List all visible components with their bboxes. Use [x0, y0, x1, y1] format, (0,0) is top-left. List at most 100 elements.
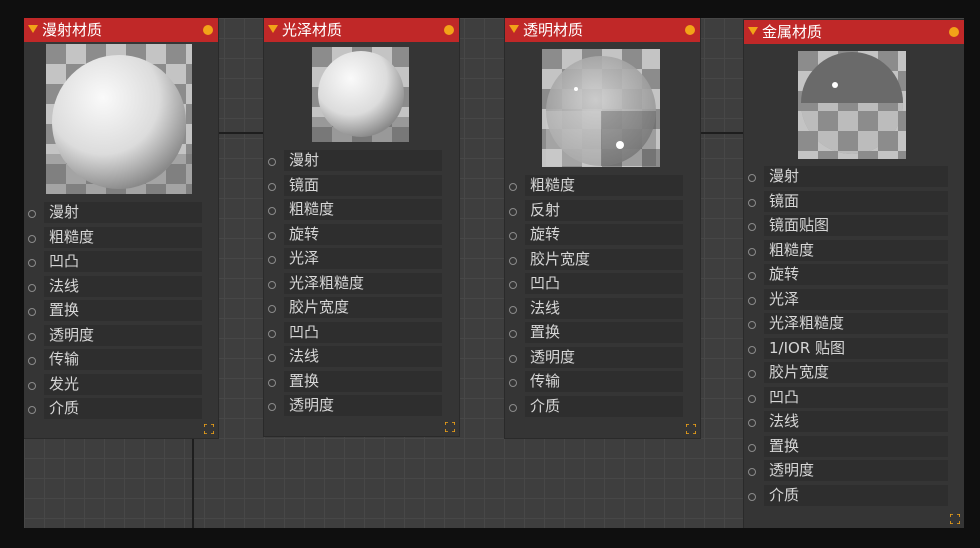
port-row[interactable]: 光泽粗糙度: [268, 272, 442, 298]
port-socket-icon[interactable]: [509, 354, 517, 363]
port-row[interactable]: 粗糙度: [28, 226, 202, 252]
port-socket-icon[interactable]: [268, 329, 276, 338]
port-row[interactable]: 镜面贴图: [748, 215, 948, 240]
port-socket-icon[interactable]: [748, 443, 756, 452]
port-row[interactable]: 发光: [28, 373, 202, 399]
port-row[interactable]: 置换: [268, 370, 442, 396]
port-socket-icon[interactable]: [748, 296, 756, 305]
port-socket-icon[interactable]: [28, 406, 36, 414]
port-socket-icon[interactable]: [748, 247, 756, 256]
port-row[interactable]: 透明度: [509, 346, 683, 372]
metal-material-node[interactable]: 金属材质 漫射 镜面 镜面贴图 粗糙度 旋转 光泽 光泽粗糙度 1/IOR 贴图…: [744, 20, 964, 528]
port-socket-icon[interactable]: [509, 379, 517, 387]
port-socket-icon[interactable]: [748, 492, 756, 501]
diffuse-material-node[interactable]: 漫射材质 漫射 粗糙度 凹凸 法线 置换 透明度 传输 发光 介质: [24, 18, 218, 438]
port-row[interactable]: 介质: [748, 484, 948, 510]
port-socket-icon[interactable]: [748, 468, 756, 476]
port-socket-icon[interactable]: [748, 223, 756, 231]
port-socket-icon[interactable]: [268, 280, 276, 289]
port-row[interactable]: 胶片宽度: [748, 362, 948, 387]
port-socket-icon[interactable]: [509, 330, 517, 338]
port-socket-icon[interactable]: [509, 183, 517, 191]
expand-icon[interactable]: [686, 424, 696, 434]
port-socket-icon[interactable]: [268, 256, 276, 264]
port-row[interactable]: 1/IOR 贴图: [748, 337, 948, 363]
node-graph-canvas[interactable]: 漫射材质 漫射 粗糙度 凹凸 法线 置换 透明度 传输 发光 介质 光泽材质 漫…: [24, 18, 964, 528]
port-row[interactable]: 光泽: [268, 248, 442, 273]
triangle-down-icon[interactable]: [28, 25, 38, 33]
port-row[interactable]: 粗糙度: [268, 199, 442, 224]
port-row[interactable]: 凹凸: [748, 386, 948, 412]
port-row[interactable]: 透明度: [748, 460, 948, 485]
port-row[interactable]: 法线: [509, 297, 683, 323]
port-socket-icon[interactable]: [268, 305, 276, 313]
port-row[interactable]: 旋转: [509, 224, 683, 249]
port-row[interactable]: 凹凸: [28, 251, 202, 276]
triangle-down-icon[interactable]: [748, 27, 758, 35]
port-socket-icon[interactable]: [268, 158, 276, 166]
triangle-down-icon[interactable]: [268, 25, 278, 33]
port-row[interactable]: 旋转: [748, 264, 948, 289]
port-row[interactable]: 旋转: [268, 223, 442, 249]
port-row[interactable]: 漫射: [28, 202, 202, 227]
port-socket-icon[interactable]: [748, 174, 756, 182]
port-row[interactable]: 置换: [509, 322, 683, 347]
port-socket-icon[interactable]: [509, 256, 517, 265]
port-row[interactable]: 粗糙度: [509, 175, 683, 200]
port-socket-icon[interactable]: [509, 403, 517, 412]
triangle-down-icon[interactable]: [509, 25, 519, 33]
port-row[interactable]: 法线: [748, 411, 948, 436]
port-row[interactable]: 凹凸: [509, 273, 683, 298]
port-socket-icon[interactable]: [268, 182, 276, 191]
port-row[interactable]: 法线: [268, 346, 442, 371]
port-row[interactable]: 置换: [28, 300, 202, 325]
port-socket-icon[interactable]: [268, 207, 276, 215]
port-socket-icon[interactable]: [28, 259, 36, 267]
port-row[interactable]: 胶片宽度: [268, 297, 442, 322]
port-row[interactable]: 法线: [28, 275, 202, 301]
port-row[interactable]: 漫射: [268, 150, 442, 175]
specular-material-node[interactable]: 透明材质 粗糙度 反射 旋转 胶片宽度 凹凸 法线 置换 透明度 传输 介质: [505, 18, 700, 438]
port-socket-icon[interactable]: [268, 403, 276, 411]
port-row[interactable]: 传输: [28, 349, 202, 374]
expand-icon[interactable]: [204, 424, 214, 434]
port-row[interactable]: 光泽: [748, 288, 948, 314]
port-socket-icon[interactable]: [268, 378, 276, 387]
port-row[interactable]: 镜面: [748, 190, 948, 216]
port-row[interactable]: 置换: [748, 435, 948, 461]
port-socket-icon[interactable]: [748, 272, 756, 280]
port-socket-icon[interactable]: [509, 305, 517, 314]
port-socket-icon[interactable]: [28, 381, 36, 390]
port-row[interactable]: 凹凸: [268, 321, 442, 347]
port-row[interactable]: 介质: [28, 398, 202, 423]
port-row[interactable]: 胶片宽度: [509, 248, 683, 274]
port-row[interactable]: 透明度: [28, 324, 202, 350]
expand-icon[interactable]: [445, 422, 455, 432]
port-row[interactable]: 传输: [509, 371, 683, 396]
glossy-material-node[interactable]: 光泽材质 漫射 镜面 粗糙度 旋转 光泽 光泽粗糙度 胶片宽度 凹凸 法线 置换…: [264, 18, 459, 436]
expand-icon[interactable]: [950, 514, 960, 524]
port-socket-icon[interactable]: [748, 419, 756, 427]
port-socket-icon[interactable]: [748, 321, 756, 329]
port-socket-icon[interactable]: [268, 231, 276, 240]
node-header[interactable]: 金属材质: [744, 20, 964, 44]
node-header[interactable]: 透明材质: [505, 18, 700, 42]
port-socket-icon[interactable]: [509, 281, 517, 289]
port-socket-icon[interactable]: [748, 345, 756, 354]
node-header[interactable]: 漫射材质: [24, 18, 218, 42]
port-socket-icon[interactable]: [509, 232, 517, 240]
port-socket-icon[interactable]: [28, 283, 36, 292]
port-socket-icon[interactable]: [28, 234, 36, 243]
port-socket-icon[interactable]: [748, 198, 756, 207]
port-row[interactable]: 反射: [509, 199, 683, 225]
port-socket-icon[interactable]: [28, 332, 36, 341]
port-socket-icon[interactable]: [748, 370, 756, 378]
port-row[interactable]: 镜面: [268, 174, 442, 200]
port-row[interactable]: 光泽粗糙度: [748, 313, 948, 338]
port-socket-icon[interactable]: [28, 210, 36, 218]
port-socket-icon[interactable]: [268, 354, 276, 362]
node-header[interactable]: 光泽材质: [264, 18, 459, 42]
port-row[interactable]: 粗糙度: [748, 239, 948, 265]
port-socket-icon[interactable]: [509, 207, 517, 216]
port-socket-icon[interactable]: [748, 394, 756, 403]
